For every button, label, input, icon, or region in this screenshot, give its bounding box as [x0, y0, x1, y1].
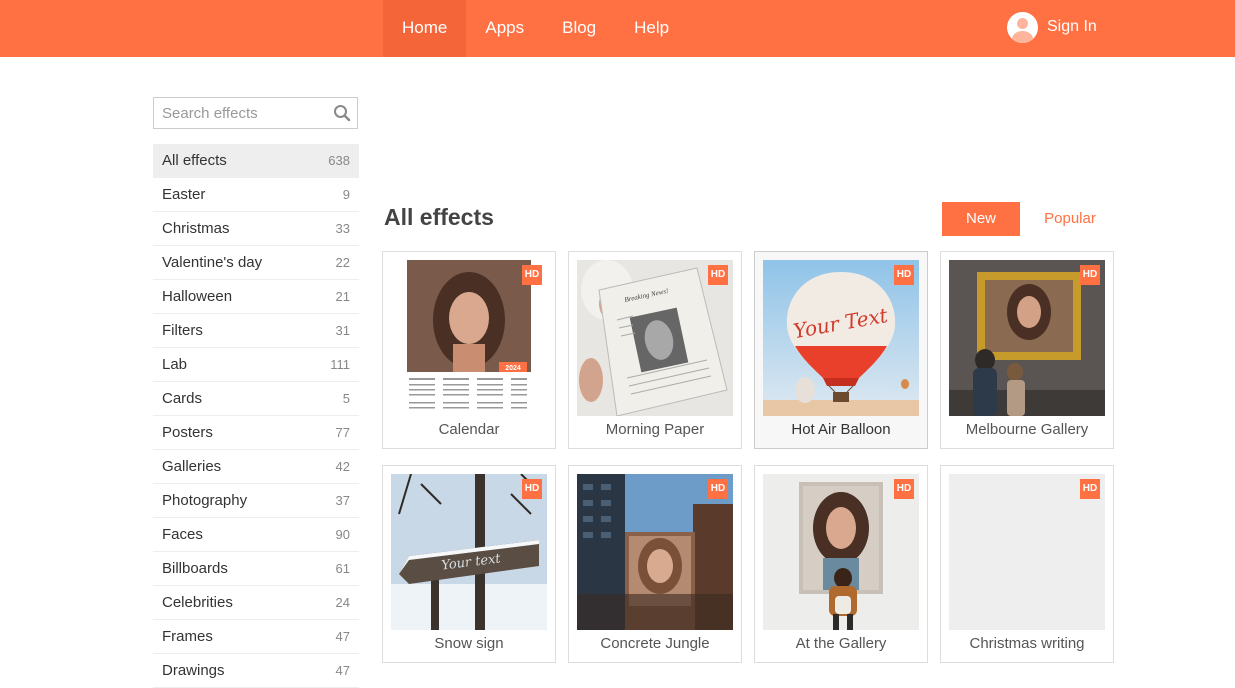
category-label: Valentine's day [162, 254, 263, 271]
effect-title: Concrete Jungle [600, 635, 710, 652]
category-label: Faces [162, 526, 203, 543]
effect-card-christmas-writing[interactable]: HD Christmas writing [940, 465, 1114, 663]
sort-popular-button[interactable]: Popular [1030, 202, 1110, 236]
hd-badge: HD [894, 479, 914, 499]
category-item-galleries[interactable]: Galleries 42 [153, 450, 359, 484]
category-item-christmas[interactable]: Christmas 33 [153, 212, 359, 246]
category-item-filters[interactable]: Filters 31 [153, 314, 359, 348]
category-count: 638 [328, 153, 350, 168]
nav-apps[interactable]: Apps [466, 0, 543, 57]
effect-title: Hot Air Balloon [791, 421, 891, 438]
sign-in-label: Sign In [1047, 18, 1097, 35]
effect-card-at-the-gallery[interactable]: HD At the Gallery [754, 465, 928, 663]
category-label: Halloween [162, 288, 233, 305]
category-list: All effects 638 Easter 9 Christmas 33 Valen… [153, 144, 359, 688]
sort-new-button[interactable]: New [942, 202, 1020, 236]
category-label: Posters [162, 424, 213, 441]
category-label: Photography [162, 492, 248, 509]
hd-badge: HD [894, 265, 914, 285]
effect-title: Melbourne Gallery [965, 421, 1089, 438]
category-count: 47 [335, 663, 350, 678]
effects-grid: 2024 HD Calendar Breaking News! HD Morni… [382, 251, 1114, 663]
category-count: 42 [335, 459, 350, 474]
category-label: Galleries [162, 458, 222, 475]
category-count: 37 [335, 493, 350, 508]
category-count: 5 [342, 391, 350, 406]
category-count: 111 [330, 357, 350, 372]
category-count: 21 [335, 289, 350, 304]
hd-badge: HD [522, 479, 542, 499]
category-label: Billboards [162, 560, 228, 577]
sign-in-link[interactable]: Sign In [1007, 11, 1097, 43]
category-item-all-effects[interactable]: All effects 638 [153, 144, 359, 178]
category-count: 31 [335, 323, 350, 338]
category-label: Lab [162, 356, 188, 373]
effect-card-hot-air-balloon[interactable]: Your Text HD Hot Air Balloon [754, 251, 928, 449]
hd-badge: HD [522, 265, 542, 285]
category-item-photography[interactable]: Photography 37 [153, 484, 359, 518]
hd-badge: HD [708, 479, 728, 499]
category-count: 9 [342, 187, 350, 202]
category-count: 77 [335, 425, 350, 440]
effect-card-calendar[interactable]: 2024 HD Calendar [382, 251, 556, 449]
search-icon[interactable] [333, 104, 351, 122]
effect-title: Morning Paper [605, 421, 705, 438]
top-navigation-bar: Home Apps Blog Help Sign In [0, 0, 1235, 57]
category-item-billboards[interactable]: Billboards 61 [153, 552, 359, 586]
category-label: Cards [162, 390, 203, 407]
category-item-cards[interactable]: Cards 5 [153, 382, 359, 416]
effect-title: At the Gallery [795, 635, 887, 652]
category-item-easter[interactable]: Easter 9 [153, 178, 359, 212]
category-label: Easter [162, 186, 206, 203]
nav-blog[interactable]: Blog [543, 0, 615, 57]
category-item-valentines-day[interactable]: Valentine's day 22 [153, 246, 359, 280]
category-label: All effects [162, 152, 227, 169]
category-label: Frames [162, 628, 213, 645]
category-item-halloween[interactable]: Halloween 21 [153, 280, 359, 314]
calendar-year: 2024 [505, 365, 521, 372]
category-item-frames[interactable]: Frames 47 [153, 620, 359, 654]
nav-help[interactable]: Help [615, 0, 688, 57]
page-title: All effects [384, 204, 494, 230]
effect-card-concrete-jungle[interactable]: HD Concrete Jungle [568, 465, 742, 663]
category-label: Drawings [162, 662, 225, 679]
category-count: 47 [335, 629, 350, 644]
category-count: 61 [335, 561, 350, 576]
category-label: Celebrities [162, 594, 233, 611]
category-label: Christmas [162, 220, 230, 237]
category-item-drawings[interactable]: Drawings 47 [153, 654, 359, 688]
category-item-faces[interactable]: Faces 90 [153, 518, 359, 552]
effect-card-snow-sign[interactable]: Your text HD Snow sign [382, 465, 556, 663]
effect-title: Christmas writing [969, 635, 1085, 652]
effect-title: Calendar [438, 421, 500, 438]
hd-badge: HD [1080, 479, 1100, 499]
search-box [153, 97, 358, 129]
category-count: 90 [335, 527, 350, 542]
category-label: Filters [162, 322, 203, 339]
category-item-celebrities[interactable]: Celebrities 24 [153, 586, 359, 620]
main-nav: Home Apps Blog Help [383, 0, 688, 57]
category-count: 22 [335, 255, 350, 270]
effect-title: Snow sign [434, 635, 504, 652]
category-item-posters[interactable]: Posters 77 [153, 416, 359, 450]
category-count: 24 [335, 595, 350, 610]
category-item-lab[interactable]: Lab 111 [153, 348, 359, 382]
category-count: 33 [335, 221, 350, 236]
effect-card-melbourne-gallery[interactable]: HD Melbourne Gallery [940, 251, 1114, 449]
user-avatar-icon [1007, 11, 1038, 43]
search-input[interactable] [154, 98, 324, 128]
nav-home[interactable]: Home [383, 0, 467, 57]
hd-badge: HD [1080, 265, 1100, 285]
hd-badge: HD [708, 265, 728, 285]
effect-card-morning-paper[interactable]: Breaking News! HD Morning Paper [568, 251, 742, 449]
